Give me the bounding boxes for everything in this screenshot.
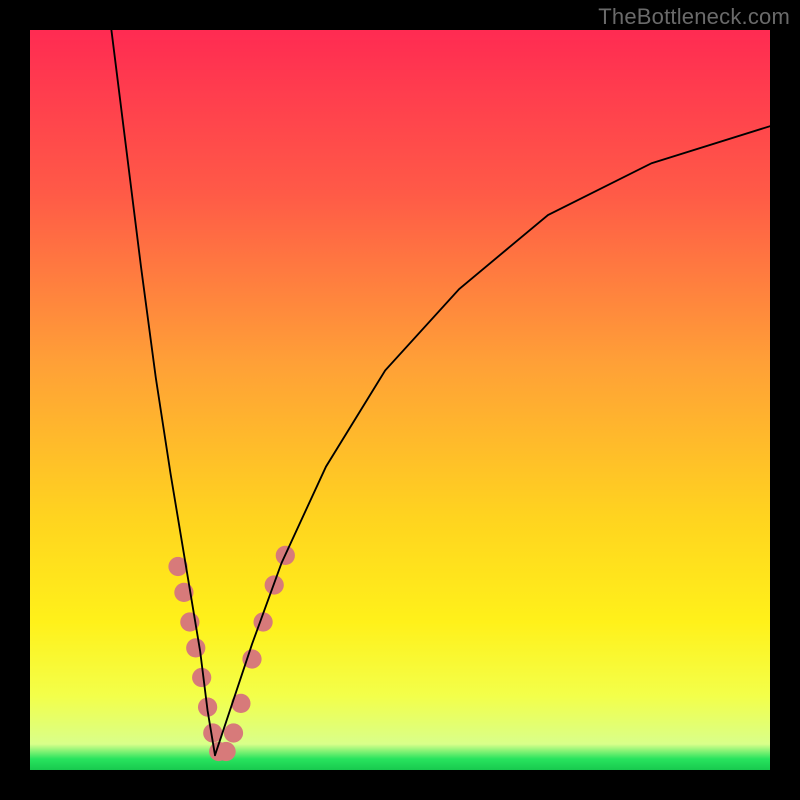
valley-dot	[186, 638, 205, 657]
valley-dot	[224, 723, 243, 742]
curve-right-branch	[215, 126, 770, 755]
chart-stage: TheBottleneck.com	[0, 0, 800, 800]
plot-area	[30, 30, 770, 770]
watermark-text: TheBottleneck.com	[598, 4, 790, 30]
curve-left-branch	[111, 30, 215, 755]
chart-overlay	[30, 30, 770, 770]
